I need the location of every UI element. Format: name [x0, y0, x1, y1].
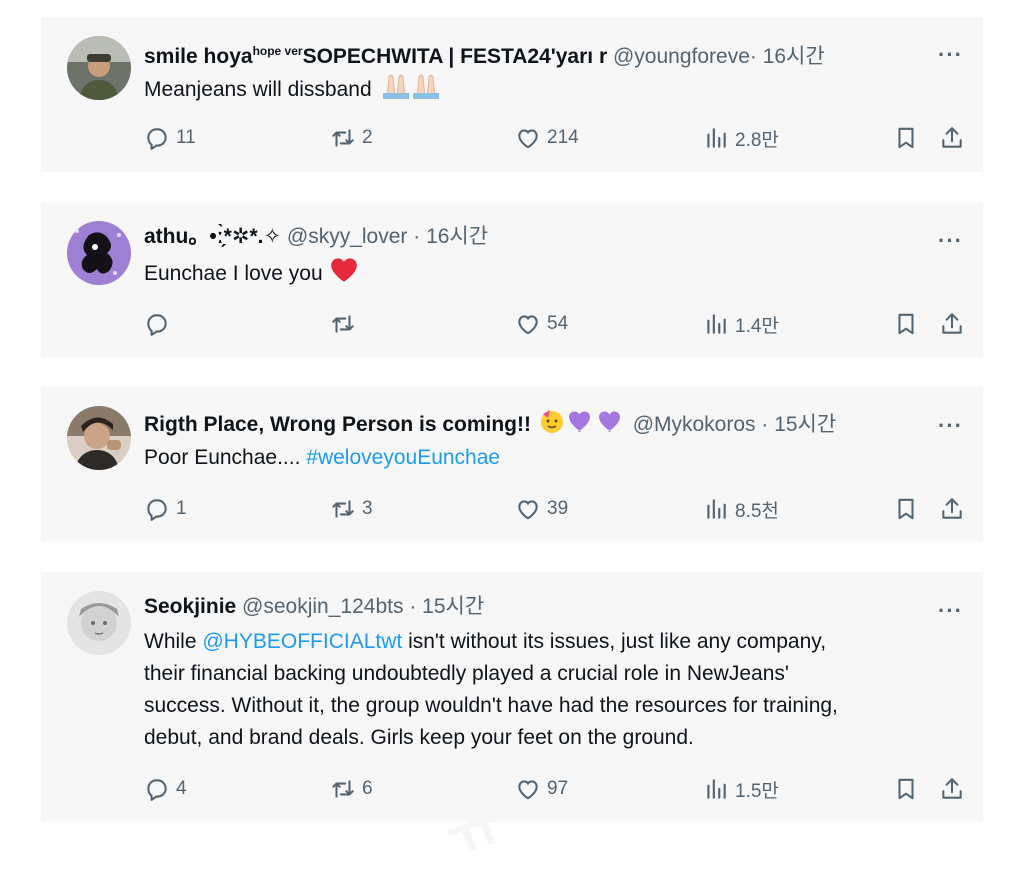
party-face-purple-hearts-icon [539, 408, 627, 441]
views-icon [703, 496, 729, 522]
like-icon [515, 311, 541, 337]
views-button[interactable]: 8.5천 [703, 496, 779, 522]
handle[interactable]: @youngforeve [613, 45, 750, 68]
tweet-card[interactable]: smile hoyahope verSOPECHWITA | FESTA24'y… [41, 17, 983, 172]
reply-icon [144, 776, 170, 802]
more-icon[interactable]: ··· [938, 44, 963, 66]
retweet-button[interactable]: 2 [330, 125, 373, 151]
like-button[interactable]: 54 [515, 311, 568, 337]
tweet-text: Poor Eunchae.... #weloveyouEunchae [144, 446, 501, 469]
tweet-line: their financial backing undoubtedly play… [144, 662, 789, 685]
tweet-header: Rigth Place, Wrong Person is coming!! @M… [144, 408, 913, 441]
like-button[interactable]: 214 [515, 125, 579, 151]
retweet-icon [330, 776, 356, 802]
handle[interactable]: @seokjin_124bts [242, 595, 403, 618]
reply-button[interactable]: 1 [144, 496, 187, 522]
share-icon [939, 125, 965, 151]
display-name[interactable]: Rigth Place, Wrong Person is coming!! [144, 413, 531, 436]
hashtag-link[interactable]: #weloveyouEunchae [306, 446, 500, 469]
retweet-icon [330, 311, 356, 337]
tweet-actions: 54 1.4만 [144, 311, 965, 337]
timestamp[interactable]: · 16시간 [413, 225, 488, 248]
share-icon [939, 776, 965, 802]
bookmark-icon [893, 125, 919, 151]
avatar[interactable] [67, 591, 131, 655]
share-button[interactable] [939, 776, 965, 802]
tweet-actions: 11 2 214 2.8만 [144, 125, 965, 151]
like-button[interactable]: 97 [515, 776, 568, 802]
tweet-card[interactable]: athu。•ː̗̀*✲*.✧ @skyy_lover · 16시간 ··· Eu… [41, 202, 983, 357]
bookmark-button[interactable] [893, 125, 919, 151]
avatar[interactable] [67, 221, 131, 285]
tweet-text: Meanjeans will dissband [144, 71, 959, 109]
bookmark-icon [893, 776, 919, 802]
share-button[interactable] [939, 496, 965, 522]
bookmark-icon [893, 311, 919, 337]
views-icon [703, 125, 729, 151]
tweet-line: While @HYBEOFFICIALtwt isn't without its… [144, 630, 827, 653]
tweet-actions: 1 3 39 8.5천 [144, 496, 965, 522]
tweet-text: While @HYBEOFFICIALtwt isn't without its… [144, 626, 959, 754]
bookmark-button[interactable] [893, 776, 919, 802]
reply-button[interactable]: 4 [144, 776, 187, 802]
reply-icon [144, 125, 170, 151]
retweet-icon [330, 496, 356, 522]
views-button[interactable]: 1.5만 [703, 776, 779, 802]
like-button[interactable]: 39 [515, 496, 568, 522]
reply-icon [144, 496, 170, 522]
timestamp[interactable]: · 16시간 [750, 45, 825, 68]
tweet-header: smile hoyahope verSOPECHWITA | FESTA24'y… [144, 38, 913, 70]
bookmark-button[interactable] [893, 496, 919, 522]
display-name[interactable]: Seokjinie [144, 595, 236, 618]
avatar[interactable] [67, 36, 131, 100]
mention-link[interactable]: @HYBEOFFICIALtwt [202, 630, 402, 653]
handle[interactable]: @skyy_lover [287, 225, 408, 248]
views-button[interactable]: 1.4만 [703, 311, 779, 337]
display-name[interactable]: smile hoyahope verSOPECHWITA | FESTA24'y… [144, 44, 607, 68]
views-icon [703, 311, 729, 337]
tweet-card[interactable]: Seokjinie @seokjin_124bts · 15시간 ··· Whi… [41, 572, 983, 822]
retweet-button[interactable]: 3 [330, 496, 373, 522]
tweet-header: athu。•ː̗̀*✲*.✧ @skyy_lover · 16시간 [144, 224, 913, 250]
handle[interactable]: @Mykokoros [633, 413, 756, 436]
avatar[interactable] [67, 406, 131, 470]
tweet-line: debut, and brand deals. Girls keep your … [144, 726, 694, 749]
more-icon[interactable]: ··· [938, 600, 963, 622]
more-icon[interactable]: ··· [938, 230, 963, 252]
praying-hands-icon [379, 71, 443, 109]
red-heart-icon [330, 257, 358, 293]
tweet-actions: 4 6 97 1.5만 [144, 776, 965, 802]
more-icon[interactable]: ··· [938, 415, 963, 437]
views-button[interactable]: 2.8만 [703, 125, 779, 151]
bookmark-button[interactable] [893, 311, 919, 337]
like-icon [515, 776, 541, 802]
timestamp[interactable]: · 15시간 [409, 595, 484, 618]
like-icon [515, 125, 541, 151]
tweet-header: Seokjinie @seokjin_124bts · 15시간 [144, 594, 913, 620]
share-icon [939, 496, 965, 522]
retweet-button[interactable] [330, 311, 362, 337]
display-name[interactable]: athu。•ː̗̀*✲*.✧ [144, 225, 281, 248]
share-icon [939, 311, 965, 337]
reply-icon [144, 311, 170, 337]
bookmark-icon [893, 496, 919, 522]
like-icon [515, 496, 541, 522]
retweet-icon [330, 125, 356, 151]
share-button[interactable] [939, 311, 965, 337]
timestamp[interactable]: · 15시간 [761, 413, 836, 436]
views-icon [703, 776, 729, 802]
reply-button[interactable]: 11 [144, 125, 196, 151]
retweet-button[interactable]: 6 [330, 776, 373, 802]
tweet-card[interactable]: Rigth Place, Wrong Person is coming!! @M… [41, 387, 983, 542]
reply-button[interactable] [144, 311, 176, 337]
share-button[interactable] [939, 125, 965, 151]
tweet-line: success. Without it, the group wouldn't … [144, 694, 838, 717]
tweet-text: Eunchae I love you [144, 257, 959, 293]
